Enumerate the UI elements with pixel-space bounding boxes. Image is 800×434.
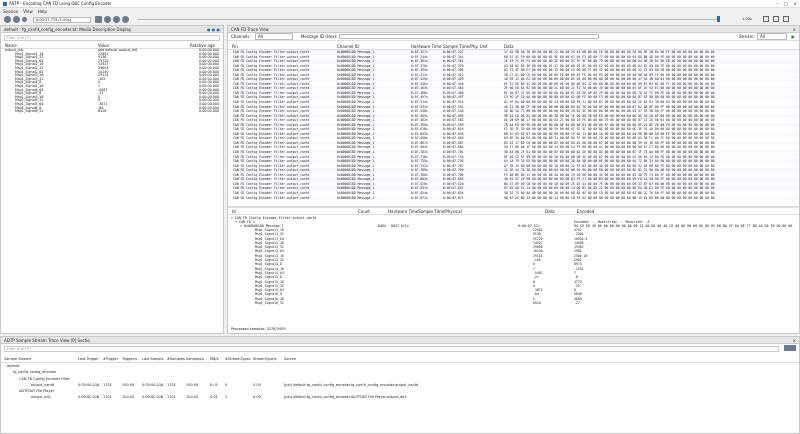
- menu-view[interactable]: View: [23, 9, 33, 14]
- item-name: Msg1_Signal6_32: [15, 109, 44, 114]
- folder-icon[interactable]: [95, 16, 102, 23]
- bottom-close-icon[interactable]: ×: [793, 338, 796, 343]
- media-description-panel: default : fg_canfd_config_encoder.bt: Me…: [0, 25, 224, 334]
- signal-row[interactable]: Msg1_Signal6_32 6528 -27: [228, 301, 799, 305]
- column-header: Source: [284, 357, 297, 361]
- stream-cell: 0.00: [253, 395, 261, 400]
- sample-stream-panel: ADTP Sample Stream Trace View [0] Sectio…: [0, 336, 800, 434]
- stream-cell: 1701: [167, 395, 176, 400]
- close-button[interactable]: ×: [794, 1, 797, 6]
- signal-name: Msg1_Signal6_32: [255, 301, 284, 306]
- stream-row[interactable]: output_dd1 0:00:00.018 1701 100.00 0:00:00.0…: [1, 394, 799, 400]
- window-title: ASTP - Encoding CAN FD using DBC Config …: [9, 1, 112, 6]
- row-pin: CAN FD Config Encoder Filter.output_canf…: [233, 195, 310, 200]
- menu-help[interactable]: Help: [38, 9, 47, 14]
- row-data: 9A 4F 2C 6D 33 00 00 00 00 11 00 00 1D F…: [504, 195, 715, 200]
- refresh-icon[interactable]: [784, 345, 796, 351]
- msgid-input[interactable]: [339, 34, 600, 39]
- timeline-slider[interactable]: [138, 19, 718, 20]
- column-header: #Samples: [167, 357, 185, 361]
- minimize-button[interactable]: –: [776, 1, 778, 6]
- timeline-thumb[interactable]: [717, 16, 720, 22]
- app-icon: [3, 1, 7, 6]
- trace-view-panel: CAN FD Trace View × Channels: All Message…: [227, 25, 800, 334]
- left-filter-input[interactable]: Filter (Ctrl+F): [4, 35, 220, 41]
- column-header: Sample Stream: [4, 357, 31, 361]
- skip-forward-icon[interactable]: [122, 16, 129, 23]
- left-panel-header: default : fg_canfd_config_encoder.bt: Me…: [1, 26, 223, 33]
- stream-name: output_dd1: [31, 395, 51, 400]
- status-text: Processed samples: 3276/3409: [231, 327, 286, 331]
- tb-icon-c[interactable]: [783, 16, 789, 22]
- column-header: StreamType/s: [253, 357, 277, 361]
- trace-panel-header: CAN FD Trace View ×: [228, 26, 799, 33]
- column-header: MB/s: [210, 357, 219, 361]
- table-row[interactable]: CAN FD Config Encoder Filter.output_canf…: [228, 195, 799, 200]
- bottom-panel-header: ADTP Sample Stream Trace View [0] Sectio…: [1, 337, 799, 344]
- item-value: 6528: [98, 109, 107, 114]
- panel-close-icon[interactable]: ● ● ●: [207, 27, 220, 32]
- row-channel: 0x0000018D Message_1: [337, 195, 375, 200]
- stream-cell: 0:00:00.018: [142, 395, 164, 400]
- left-table-body: output_dd1 add default: output_dd1 0:00:00…: [1, 48, 223, 114]
- splitter[interactable]: [228, 206, 799, 208]
- maximize-button[interactable]: □: [784, 1, 788, 6]
- stream-cell: 100.00: [122, 395, 135, 400]
- column-header: #Trigger: [103, 357, 119, 361]
- bottom-table-header: Sample Stream Last Trigger #Trigger Trigger…: [1, 356, 799, 363]
- stream-cell: 0.01: [210, 395, 218, 400]
- speed-display: 1.00x: [742, 17, 752, 21]
- channel-select[interactable]: All: [254, 33, 293, 40]
- stream-cell: 1701: [103, 395, 112, 400]
- tb-icon-b[interactable]: [773, 16, 779, 22]
- trace-table-body: CAN FD Config Encoder Filter.output_canf…: [228, 50, 799, 200]
- menu-session[interactable]: Session: [3, 9, 18, 14]
- toolbar: 0:00:17.733 (1.00x) 1.00x: [0, 14, 800, 25]
- column-header: Trigger/s: [122, 357, 138, 361]
- tb-icon-a[interactable]: [763, 16, 769, 22]
- pause-icon[interactable]: [113, 16, 120, 23]
- time-display: 0:00:17.733 (1.00x): [33, 16, 91, 23]
- settings-icon[interactable]: [13, 16, 20, 23]
- add-icon[interactable]: ●: [791, 34, 795, 39]
- column-header: Last Sample: [142, 357, 164, 361]
- stop-icon[interactable]: [22, 17, 27, 22]
- signal-raw: 6528: [533, 301, 541, 306]
- bottom-filter-input[interactable]: Filter (Ctrl+F): [4, 345, 779, 352]
- trace-filter-bar: Channels: All Message ID (Hex): Stream: …: [228, 33, 799, 41]
- bottom-table-body: default fg_canfd_config_encoder CAN FD Con…: [1, 363, 799, 401]
- skip-back-icon[interactable]: [104, 16, 111, 23]
- stream-select[interactable]: All: [757, 33, 787, 40]
- title-bar: ASTP - Encoding CAN FD using DBC Config …: [0, 0, 800, 8]
- row-hw-time: 0:07.871s: [411, 195, 428, 200]
- column-header: Samples/s: [186, 357, 204, 361]
- trace-close-icon[interactable]: ×: [793, 27, 796, 32]
- stream-cell: [pin] default.fg_canfd_config_encoder.AD…: [284, 395, 407, 400]
- row-sample-time: 0:00:07.871: [443, 195, 464, 200]
- signal-phys: -27: [574, 301, 580, 306]
- column-header: #StreamTypes: [225, 357, 251, 361]
- play-icon[interactable]: [4, 16, 11, 23]
- list-item[interactable]: Msg1_Signal6_32 6528 0:00:00.000: [1, 109, 223, 114]
- column-header: Last Trigger: [78, 357, 99, 361]
- stream-cell: 0:00:00.018: [78, 395, 100, 400]
- item-age: 0:00:00.000: [199, 109, 220, 114]
- decode-tree: ▾ CAN FD Config Encoder Filter.output_ca…: [228, 215, 799, 325]
- stream-cell: 2: [225, 395, 228, 400]
- stream-cell: 100.00: [186, 395, 199, 400]
